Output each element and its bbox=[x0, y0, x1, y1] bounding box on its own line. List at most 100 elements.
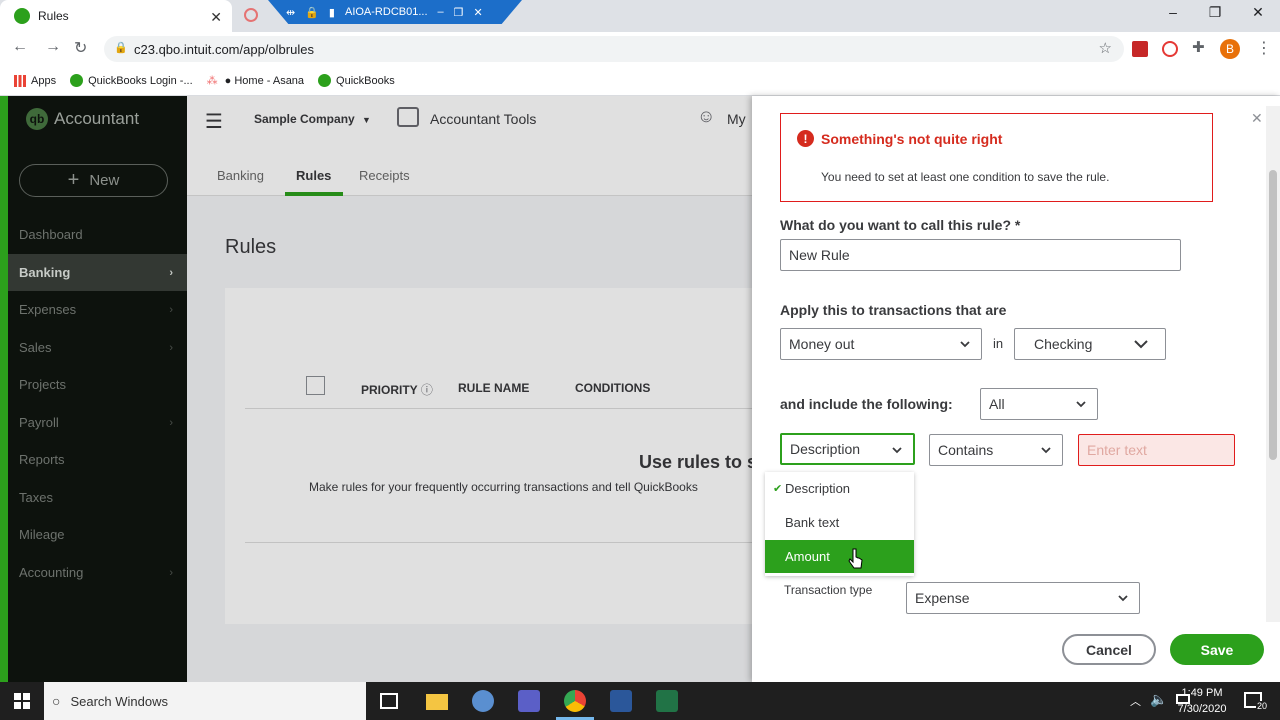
back-icon[interactable]: ← bbox=[12, 38, 28, 56]
chevron-right-icon: › bbox=[169, 303, 173, 316]
file-explorer-icon[interactable] bbox=[426, 694, 448, 710]
word-icon[interactable] bbox=[610, 690, 632, 712]
error-icon: ! bbox=[797, 130, 814, 147]
forward-icon[interactable]: → bbox=[45, 38, 61, 56]
reload-icon[interactable]: ↻ bbox=[74, 38, 87, 58]
chevron-down-icon bbox=[1118, 595, 1128, 602]
sidebar-item-reports[interactable]: Reports bbox=[8, 441, 187, 478]
sidebar-item-banking[interactable]: Banking › bbox=[8, 254, 187, 291]
include-select[interactable]: All bbox=[980, 388, 1098, 420]
in-label: in bbox=[993, 336, 1004, 351]
browser-tab-rules[interactable]: Rules ✕ bbox=[0, 0, 232, 32]
rule-name-label: What do you want to call this rule? * bbox=[780, 217, 1021, 233]
option-bank-text[interactable]: Bank text bbox=[765, 506, 914, 539]
chevron-right-icon: › bbox=[169, 566, 173, 579]
modal-backdrop[interactable] bbox=[187, 96, 752, 682]
bookmark-label: QuickBooks Login -... bbox=[88, 74, 193, 87]
transaction-type-select[interactable]: Expense bbox=[906, 582, 1140, 614]
chrome-icon[interactable] bbox=[564, 690, 586, 712]
browser-tab-strip: Rules ✕ ⇹ 🔒 ▮ AIOA-RDCB01... – ❐ ✕ – ❐ ✕ bbox=[0, 0, 1280, 32]
rdp-minimize-icon[interactable]: – bbox=[438, 6, 444, 18]
pin-icon[interactable]: ⇹ bbox=[286, 6, 295, 19]
transaction-type-label: Transaction type bbox=[784, 583, 873, 597]
chevron-down-icon bbox=[1076, 401, 1086, 408]
bookmark-apps[interactable]: Apps bbox=[14, 74, 56, 87]
tab-title: Rules bbox=[38, 9, 69, 23]
save-button[interactable]: Save bbox=[1170, 634, 1264, 665]
money-direction-select[interactable]: Money out bbox=[780, 328, 982, 360]
profile-avatar[interactable]: B bbox=[1220, 39, 1240, 59]
window-close-icon[interactable]: ✕ bbox=[1248, 4, 1268, 21]
error-alert: ! Something's not quite right You need t… bbox=[780, 113, 1213, 202]
option-description[interactable]: ✔ Description bbox=[765, 472, 914, 505]
option-label: Bank text bbox=[785, 515, 840, 530]
sidebar-item-payroll[interactable]: Payroll › bbox=[8, 404, 187, 441]
windows-taskbar: ○ Search Windows ︿ 🔈 1:49 PM 7/30/2020 2… bbox=[0, 682, 1280, 720]
condition-field-select[interactable]: Description bbox=[780, 433, 915, 465]
loading-tab-icon[interactable] bbox=[244, 8, 258, 22]
bookmark-label: QuickBooks bbox=[336, 74, 395, 87]
search-placeholder: Search Windows bbox=[70, 693, 169, 709]
clock-time: 1:49 PM bbox=[1181, 687, 1223, 699]
remote-desktop-bar[interactable]: ⇹ 🔒 ▮ AIOA-RDCB01... – ❐ ✕ bbox=[268, 0, 522, 24]
sidebar-item-sales[interactable]: Sales › bbox=[8, 329, 187, 366]
sidebar-item-mileage[interactable]: Mileage bbox=[8, 516, 187, 553]
sidebar-item-expenses[interactable]: Expenses › bbox=[8, 291, 187, 328]
sidebar-item-projects[interactable]: Projects bbox=[8, 366, 187, 403]
extension-red-icon[interactable] bbox=[1132, 41, 1148, 57]
transaction-type-value: Expense bbox=[915, 590, 970, 606]
chevron-down-icon bbox=[960, 341, 970, 348]
teams-icon[interactable] bbox=[518, 690, 540, 712]
account-value: Checking bbox=[1034, 336, 1093, 352]
quickbooks-favicon-icon bbox=[14, 8, 30, 24]
sidebar-item-dashboard[interactable]: Dashboard bbox=[8, 216, 187, 253]
excel-icon[interactable] bbox=[656, 690, 678, 712]
condition-text-input[interactable]: Enter text bbox=[1078, 434, 1235, 466]
bookmark-star-icon[interactable]: ☆ bbox=[1099, 39, 1112, 57]
browser-menu-icon[interactable]: ⋮ bbox=[1256, 38, 1272, 58]
task-view-icon[interactable] bbox=[380, 693, 398, 709]
option-amount[interactable]: Amount bbox=[765, 540, 914, 573]
rdp-restore-icon[interactable]: ❐ bbox=[454, 6, 464, 19]
nav-label: Projects bbox=[19, 377, 66, 392]
nav-label: Accounting bbox=[19, 565, 84, 580]
asana-icon: ⁂ bbox=[206, 75, 218, 87]
new-button[interactable]: + New bbox=[19, 164, 168, 197]
nav-label: Banking bbox=[19, 265, 71, 280]
condition-operator-select[interactable]: Contains bbox=[929, 434, 1063, 466]
window-minimize-icon[interactable]: – bbox=[1163, 4, 1183, 20]
accountant-logo[interactable]: qb Accountant bbox=[26, 108, 139, 130]
option-label: Description bbox=[785, 481, 851, 496]
volume-icon[interactable]: 🔈 bbox=[1150, 691, 1167, 708]
rule-name-input[interactable]: New Rule bbox=[780, 239, 1181, 271]
bookmarks-bar: Apps QuickBooks Login -... ⁂ ● Home - As… bbox=[0, 66, 1280, 96]
scrollbar-thumb[interactable] bbox=[1269, 170, 1277, 460]
bookmark-asana[interactable]: ⁂ ● Home - Asana bbox=[206, 74, 304, 88]
condition-field-value: Description bbox=[790, 441, 861, 457]
sidebar-item-accounting[interactable]: Accounting › bbox=[8, 554, 187, 591]
logo-text: Accountant bbox=[54, 109, 140, 128]
url-input[interactable]: 🔒 c23.qbo.intuit.com/app/olbrules ☆ bbox=[104, 36, 1124, 62]
condition-text-placeholder: Enter text bbox=[1087, 442, 1147, 458]
window-maximize-icon[interactable]: ❐ bbox=[1205, 4, 1225, 21]
windows-start-icon[interactable] bbox=[14, 693, 30, 709]
tray-chevron-up-icon[interactable]: ︿ bbox=[1130, 693, 1141, 709]
nav-label: Mileage bbox=[19, 527, 65, 542]
bookmark-quickbooks-login[interactable]: QuickBooks Login -... bbox=[70, 74, 193, 87]
account-select[interactable]: Checking bbox=[1014, 328, 1166, 360]
remote-desktop-icon[interactable] bbox=[472, 690, 494, 712]
rdp-close-icon[interactable]: ✕ bbox=[474, 6, 483, 19]
extensions-puzzle-icon[interactable]: ✚ bbox=[1192, 38, 1205, 56]
system-clock[interactable]: 1:49 PM 7/30/2020 bbox=[1168, 685, 1236, 717]
drawer-scrollbar[interactable] bbox=[1266, 106, 1280, 622]
extension-badge-icon[interactable] bbox=[1162, 41, 1178, 57]
sidebar-item-taxes[interactable]: Taxes bbox=[8, 479, 187, 516]
nav-label: Expenses bbox=[19, 302, 77, 317]
drawer-close-icon[interactable]: ✕ bbox=[1251, 110, 1263, 127]
lock-icon: 🔒 bbox=[305, 6, 319, 19]
cancel-button[interactable]: Cancel bbox=[1062, 634, 1156, 665]
windows-search-input[interactable]: ○ Search Windows bbox=[44, 682, 366, 720]
bookmark-quickbooks[interactable]: QuickBooks bbox=[318, 74, 395, 87]
tab-close-icon[interactable]: ✕ bbox=[210, 9, 222, 26]
condition-field-dropdown: ✔ Description Bank text Amount bbox=[765, 472, 914, 576]
